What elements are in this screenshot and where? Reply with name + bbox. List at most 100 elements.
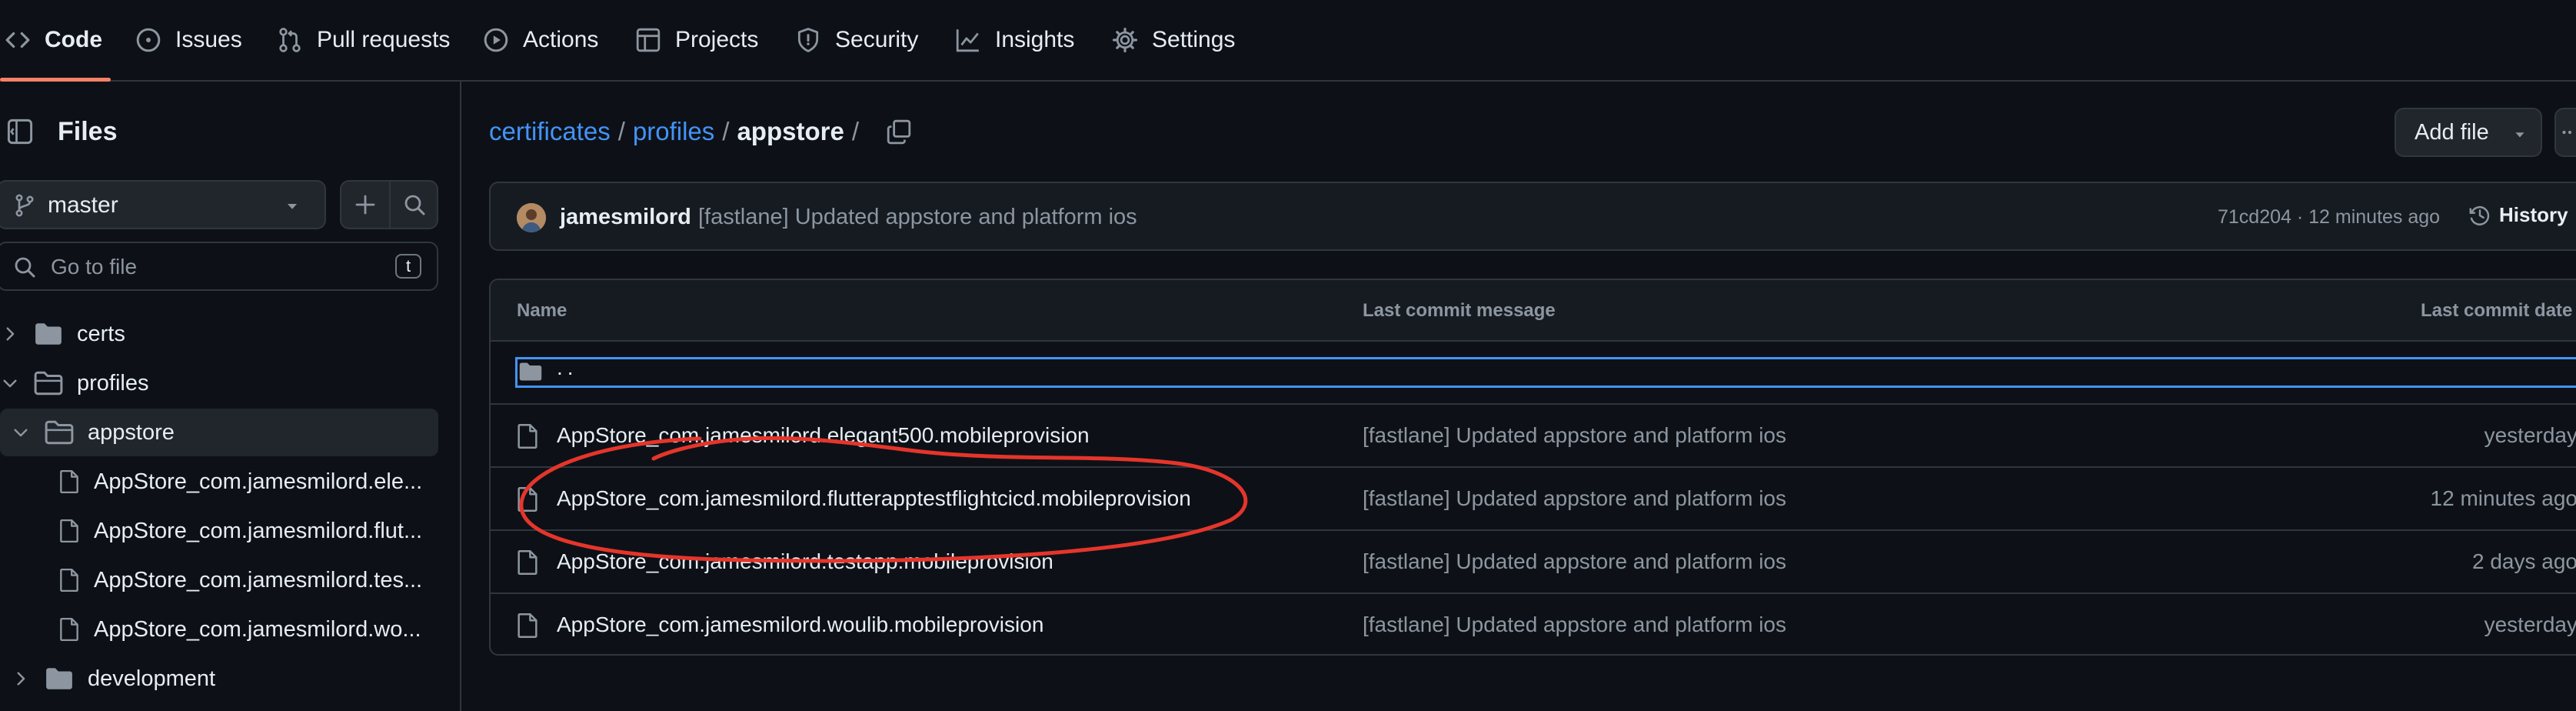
breadcrumb-separator: / — [851, 117, 859, 145]
commit-message-link[interactable]: [fastlane] Updated appstore and platform… — [1363, 486, 1786, 511]
copy-path-icon[interactable] — [886, 118, 912, 145]
plus-icon[interactable] — [353, 192, 378, 217]
tree-item-file[interactable]: AppStore_com.jamesmilord.flut... — [58, 508, 422, 554]
keyboard-shortcut-hint: t — [395, 254, 421, 279]
commit-message-link[interactable]: [fastlane] Updated appstore and platform… — [1363, 549, 1786, 574]
table-row[interactable]: AppStore_com.jamesmilord.woulib.mobilepr… — [491, 594, 2576, 654]
commit-author[interactable]: jamesmilord — [560, 205, 691, 230]
tab-label: Issues — [175, 27, 242, 52]
file-name-link[interactable]: AppStore_com.jamesmilord.woulib.mobilepr… — [557, 613, 1043, 637]
add-file-button[interactable]: Add file — [2395, 108, 2542, 157]
file-name-link[interactable]: AppStore_com.jamesmilord.flutterapptestf… — [557, 486, 1191, 511]
tree-actions — [340, 180, 438, 229]
play-icon — [484, 28, 508, 52]
file-icon — [518, 487, 537, 512]
tab-label: Insights — [995, 27, 1075, 52]
file-icon — [60, 568, 78, 592]
file-icon — [60, 617, 78, 642]
commit-message-link[interactable]: [fastlane] Updated appstore and platform… — [1363, 613, 1786, 637]
folder-icon — [35, 323, 62, 345]
caret-down-icon — [2515, 132, 2524, 138]
tree-item-appstore[interactable]: appstore — [11, 409, 175, 456]
tab-projects[interactable]: Projects — [635, 0, 758, 80]
sidebar-title: Files — [58, 117, 118, 146]
branch-name: master — [48, 192, 118, 218]
issue-opened-icon — [136, 28, 161, 52]
file-tree-sidebar: Files master t certs profiles appstore A… — [0, 82, 461, 711]
breadcrumb-current: appstore — [737, 117, 844, 145]
branch-selector[interactable]: master — [0, 180, 326, 229]
tab-label: Pull requests — [317, 27, 451, 52]
git-pull-request-icon — [279, 28, 301, 52]
collapse-sidebar-icon[interactable] — [6, 118, 34, 145]
column-header-message: Last commit message — [1363, 300, 1556, 321]
tree-item-file[interactable]: AppStore_com.jamesmilord.tes... — [58, 557, 422, 603]
file-table: Name Last commit message Last commit dat… — [489, 279, 2576, 656]
go-to-file-field[interactable]: t — [0, 242, 438, 291]
tree-item-file[interactable]: AppStore_com.jamesmilord.ele... — [58, 459, 422, 505]
breadcrumb-separator: / — [722, 117, 730, 145]
parent-directory-row[interactable]: .. — [491, 342, 2576, 405]
add-file-label: Add file — [2415, 120, 2489, 145]
file-icon — [518, 424, 537, 449]
tab-pull-requests[interactable]: Pull requests — [277, 0, 450, 80]
caret-down-icon — [288, 204, 297, 209]
tree-item-label: appstore — [88, 419, 175, 445]
column-header-date: Last commit date — [2421, 300, 2573, 321]
commit-date: 2 days ago — [2472, 549, 2576, 573]
tab-label: Actions — [523, 27, 599, 52]
tree-item-file[interactable]: AppStore_com.jamesmilord.wo... — [58, 606, 421, 653]
chevron-down-icon — [14, 429, 28, 437]
commit-message[interactable]: [fastlane] Updated appstore and platform… — [698, 205, 1137, 230]
commit-meta[interactable]: 71cd204 · 12 minutes ago — [2218, 206, 2440, 229]
history-icon — [2469, 205, 2490, 225]
repo-nav: Code Issues Pull requests Actions Projec… — [0, 0, 2576, 82]
tab-code[interactable]: Code — [5, 0, 102, 80]
tab-insights[interactable]: Insights — [955, 0, 1074, 80]
gear-icon — [1112, 27, 1138, 53]
tab-security[interactable]: Security — [795, 0, 918, 80]
tab-label: Projects — [675, 27, 759, 52]
breadcrumb-link-profiles[interactable]: profiles — [633, 117, 714, 146]
folder-icon — [519, 362, 542, 381]
go-to-file-input[interactable] — [49, 251, 383, 283]
tab-label: Security — [835, 27, 919, 52]
tab-settings[interactable]: Settings — [1112, 0, 1235, 80]
history-button[interactable]: History — [2468, 203, 2568, 227]
commit-date: 12 minutes ago — [2430, 486, 2576, 510]
tree-item-label: certs — [77, 321, 125, 346]
table-header: Name Last commit message Last commit dat… — [491, 280, 2576, 342]
tree-item-profiles[interactable]: profiles — [0, 360, 149, 406]
row-focus-outline — [515, 357, 2576, 388]
commit-date: yesterday — [2484, 613, 2576, 636]
breadcrumb: certificates / profiles / appstore / — [489, 117, 867, 146]
more-options-button[interactable] — [2554, 108, 2576, 157]
table-row[interactable]: AppStore_com.jamesmilord.flutterapptestf… — [491, 468, 2576, 531]
tab-label: Code — [45, 27, 102, 52]
breadcrumb-link-certificates[interactable]: certificates — [489, 117, 611, 146]
file-icon — [518, 613, 537, 638]
table-row[interactable]: AppStore_com.jamesmilord.testapp.mobilep… — [491, 531, 2576, 594]
chevron-right-icon — [6, 327, 15, 341]
tree-item-certs[interactable]: certs — [0, 311, 125, 357]
shield-icon — [797, 28, 819, 52]
commit-message-link[interactable]: [fastlane] Updated appstore and platform… — [1363, 423, 1786, 448]
folder-open-icon — [34, 371, 63, 396]
breadcrumb-separator: / — [617, 117, 625, 145]
avatar-image — [517, 203, 546, 232]
parent-directory-link[interactable]: .. — [557, 356, 578, 380]
latest-commit-bar: jamesmilord [fastlane] Updated appstore … — [489, 182, 2576, 251]
search-icon[interactable] — [402, 192, 427, 217]
tree-item-label: development — [88, 666, 216, 691]
tab-label: Settings — [1152, 27, 1236, 52]
file-name-link[interactable]: AppStore_com.jamesmilord.testapp.mobilep… — [557, 549, 1053, 574]
tab-issues[interactable]: Issues — [135, 0, 242, 80]
table-row[interactable]: AppStore_com.jamesmilord.elegant500.mobi… — [491, 405, 2576, 468]
tab-actions[interactable]: Actions — [483, 0, 598, 80]
tree-item-label: AppStore_com.jamesmilord.flut... — [94, 518, 423, 543]
file-name-link[interactable]: AppStore_com.jamesmilord.elegant500.mobi… — [557, 423, 1090, 448]
kebab-horizontal-icon — [2562, 130, 2572, 135]
tree-item-development[interactable]: development — [11, 656, 215, 702]
folder-icon — [46, 668, 72, 689]
avatar[interactable] — [517, 203, 546, 232]
